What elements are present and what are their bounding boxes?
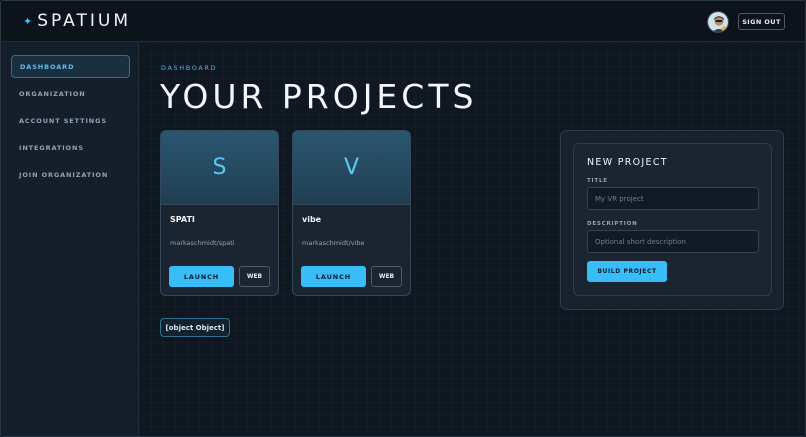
- new-project-panel: NEW PROJECT TITLE DESCRIPTION BUILD PROJ…: [560, 130, 784, 310]
- description-label: DESCRIPTION: [587, 221, 638, 227]
- project-name: SPATI: [170, 215, 195, 224]
- new-project-form: NEW PROJECT TITLE DESCRIPTION BUILD PROJ…: [573, 143, 772, 296]
- avatar[interactable]: [707, 11, 729, 33]
- project-card-vibe[interactable]: V vibe markaschmidt/vibe LAUNCH WEB: [292, 130, 411, 296]
- build-project-button[interactable]: BUILD PROJECT: [587, 261, 667, 282]
- project-thumbnail: S: [161, 131, 278, 205]
- project-name: vibe: [302, 215, 322, 224]
- app-name: SPATIUM: [37, 11, 131, 31]
- title-input[interactable]: [587, 187, 759, 210]
- top-bar: ✦ SPATIUM SIGN OUT: [1, 1, 805, 42]
- sign-out-button[interactable]: SIGN OUT: [738, 13, 785, 30]
- breadcrumb: DASHBOARD: [161, 64, 218, 72]
- project-path: markaschmidt/spati: [170, 239, 235, 247]
- project-initial: S: [212, 155, 227, 180]
- launch-button[interactable]: LAUNCH: [169, 266, 234, 287]
- sidebar-item-dashboard[interactable]: DASHBOARD: [11, 55, 130, 78]
- main-content: DASHBOARD YOUR PROJECTS S SPATI markasch…: [139, 42, 805, 436]
- project-path: markaschmidt/vibe: [302, 239, 365, 247]
- project-initial: V: [343, 155, 360, 180]
- sidebar: DASHBOARD ORGANIZATION ACCOUNT SETTINGS …: [1, 42, 139, 436]
- page-title: YOUR PROJECTS: [160, 77, 478, 116]
- sidebar-item-join-organization[interactable]: JOIN ORGANIZATION: [11, 163, 130, 186]
- sidebar-item-account-settings[interactable]: ACCOUNT SETTINGS: [11, 109, 130, 132]
- web-button[interactable]: WEB: [371, 266, 402, 287]
- launch-button[interactable]: LAUNCH: [301, 266, 366, 287]
- title-label: TITLE: [587, 178, 608, 184]
- logo[interactable]: ✦ SPATIUM: [23, 11, 131, 31]
- sidebar-item-organization[interactable]: ORGANIZATION: [11, 82, 130, 105]
- project-card-spati[interactable]: S SPATI markaschmidt/spati LAUNCH WEB: [160, 130, 279, 296]
- object-chip[interactable]: [object Object]: [160, 318, 230, 337]
- web-button[interactable]: WEB: [239, 266, 270, 287]
- new-project-heading: NEW PROJECT: [587, 157, 668, 168]
- sidebar-item-integrations[interactable]: INTEGRATIONS: [11, 136, 130, 159]
- project-thumbnail: V: [293, 131, 410, 205]
- description-input[interactable]: [587, 230, 759, 253]
- sparkle-icon: ✦: [23, 14, 33, 28]
- app-window: ✦ SPATIUM SIGN OUT DASHBOARD ORGANIZATIO…: [0, 0, 806, 437]
